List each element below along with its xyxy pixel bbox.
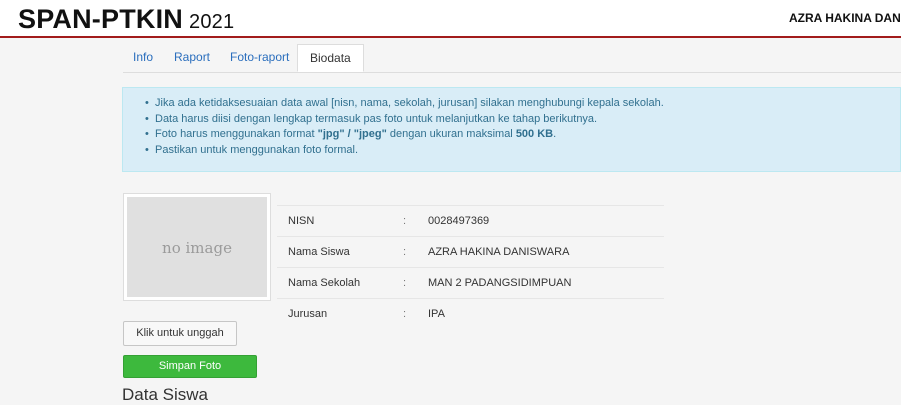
brand-year: 2021 bbox=[189, 11, 235, 33]
nisn-label: NISN bbox=[277, 205, 391, 237]
user-name[interactable]: AZRA HAKINA DANISWARA bbox=[789, 11, 901, 25]
notice-list: Jika ada ketidaksesuaian data awal [nisn… bbox=[145, 96, 664, 158]
tab-foto-raport[interactable]: Foto-raport bbox=[230, 44, 289, 72]
colon: : bbox=[391, 267, 418, 299]
nisn-value: 0028497369 bbox=[418, 205, 664, 237]
notice-item: Foto harus menggunakan format "jpg" / "j… bbox=[145, 127, 664, 143]
school-name-value: MAN 2 PADANGSIDIMPUAN bbox=[418, 267, 664, 299]
top-navbar: SPAN-PTKIN2021 AZRA HAKINA DANISWARA bbox=[0, 0, 901, 38]
biodata-table: NISN : 0028497369 Nama Siswa : AZRA HAKI… bbox=[277, 205, 664, 329]
brand-logo[interactable]: SPAN-PTKIN 2021 bbox=[18, 4, 234, 35]
section-title: Data Siswa bbox=[122, 385, 208, 404]
tab-info[interactable]: Info bbox=[133, 44, 153, 72]
table-row: Nama Sekolah : MAN 2 PADANGSIDIMPUAN bbox=[277, 267, 664, 299]
tab-bar: Info Raport Foto-raport Biodata bbox=[123, 44, 901, 73]
notice-text: Foto harus menggunakan format bbox=[155, 128, 318, 140]
school-name-label: Nama Sekolah bbox=[277, 267, 391, 299]
notice-size: 500 KB bbox=[515, 128, 554, 140]
student-name-value: AZRA HAKINA DANISWARA bbox=[418, 236, 664, 268]
upload-photo-button[interactable]: Klik untuk unggah bbox=[123, 321, 237, 346]
table-row: Nama Siswa : AZRA HAKINA DANISWARA bbox=[277, 236, 664, 268]
colon: : bbox=[391, 298, 418, 329]
colon: : bbox=[391, 205, 418, 237]
notice-item: Pastikan untuk menggunakan foto formal. bbox=[145, 143, 664, 159]
table-row: Jurusan : IPA bbox=[277, 298, 664, 329]
notice-text: dengan ukuran maksimal bbox=[386, 128, 516, 140]
info-alert: Jika ada ketidaksesuaian data awal [nisn… bbox=[122, 87, 901, 172]
brand-name: SPAN-PTKIN bbox=[18, 4, 184, 34]
major-label: Jurusan bbox=[277, 298, 391, 329]
notice-text: . bbox=[553, 128, 557, 140]
table-row: NISN : 0028497369 bbox=[277, 205, 664, 237]
save-photo-button[interactable]: Simpan Foto bbox=[123, 355, 257, 378]
notice-format: "jpg" / "jpeg" bbox=[317, 128, 387, 140]
no-image-text: no image bbox=[162, 239, 232, 257]
tab-raport[interactable]: Raport bbox=[174, 44, 210, 72]
photo-frame: no image bbox=[123, 193, 271, 301]
notice-item: Jika ada ketidaksesuaian data awal [nisn… bbox=[145, 96, 664, 112]
colon: : bbox=[391, 236, 418, 268]
student-name-label: Nama Siswa bbox=[277, 236, 391, 268]
notice-item: Data harus diisi dengan lengkap termasuk… bbox=[145, 112, 664, 128]
tab-biodata[interactable]: Biodata bbox=[297, 44, 364, 72]
major-value: IPA bbox=[418, 298, 664, 329]
photo-placeholder: no image bbox=[127, 197, 267, 297]
